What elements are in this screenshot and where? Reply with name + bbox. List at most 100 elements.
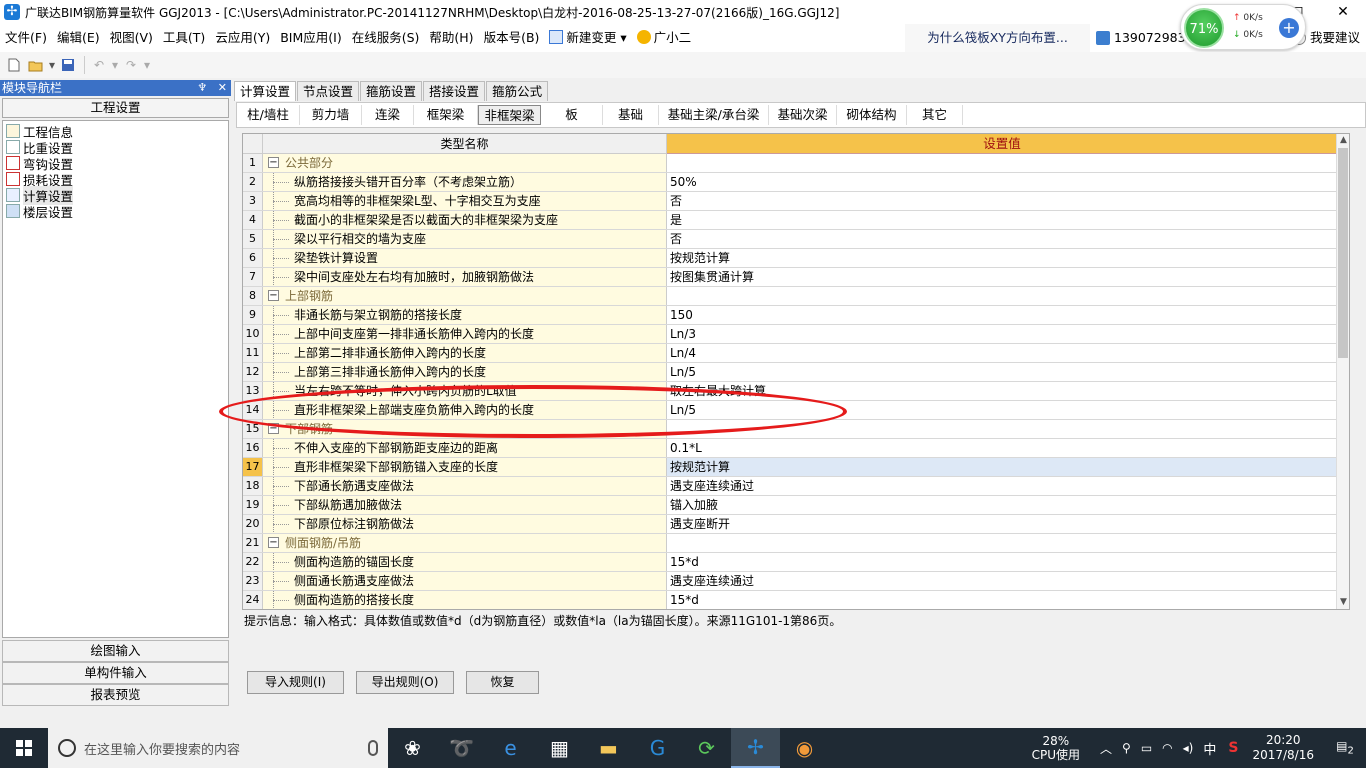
ime-indicator[interactable]: 中 bbox=[1203, 739, 1216, 758]
import-rules-button[interactable]: 导入规则(I) bbox=[247, 671, 344, 694]
table-row[interactable]: 11 上部第二排非通长筋伸入跨内的长度 Ln/4 bbox=[243, 344, 1337, 363]
nav-section-project-settings[interactable]: 工程设置 bbox=[2, 98, 229, 118]
row-setting-value[interactable]: 遇支座连续通过 bbox=[667, 477, 1337, 495]
menu-edit[interactable]: 编辑(E) bbox=[52, 24, 105, 52]
sogou-icon[interactable]: S bbox=[1228, 740, 1238, 756]
refresh-app-icon[interactable]: ⟳ bbox=[682, 728, 731, 768]
row-setting-value[interactable]: Ln/5 bbox=[667, 401, 1337, 419]
edge-browser-icon[interactable]: e bbox=[486, 728, 535, 768]
g-app-icon[interactable]: G bbox=[633, 728, 682, 768]
menu-tools[interactable]: 工具(T) bbox=[158, 24, 210, 52]
taskbar-search-box[interactable]: 在这里输入你要搜索的内容 bbox=[48, 728, 388, 768]
row-setting-value[interactable]: 15*d bbox=[667, 591, 1337, 609]
nav-report-preview[interactable]: 报表预览 bbox=[2, 684, 229, 706]
row-setting-value[interactable]: 锚入加腋 bbox=[667, 496, 1337, 514]
table-row[interactable]: 12 上部第三排非通长筋伸入跨内的长度 Ln/5 bbox=[243, 363, 1337, 382]
collapse-group-icon[interactable]: − bbox=[268, 423, 279, 434]
menu-bim[interactable]: BIM应用(I) bbox=[275, 24, 347, 52]
row-setting-value[interactable]: 按图集贯通计算 bbox=[667, 268, 1337, 286]
undo-icon[interactable]: ↶ bbox=[89, 55, 109, 75]
row-setting-value[interactable]: Ln/4 bbox=[667, 344, 1337, 362]
menu-file[interactable]: 文件(F) bbox=[0, 24, 52, 52]
table-row[interactable]: 10 上部中间支座第一排非通长筋伸入跨内的长度 Ln/3 bbox=[243, 325, 1337, 344]
row-setting-value[interactable]: 是 bbox=[667, 211, 1337, 229]
row-setting-value[interactable]: 按规范计算 bbox=[667, 249, 1337, 267]
grid-vertical-scrollbar[interactable]: ▲ ▼ bbox=[1336, 134, 1349, 609]
redo-icon[interactable]: ↷ bbox=[121, 55, 141, 75]
tab-stirrup-formula[interactable]: 箍筋公式 bbox=[486, 81, 549, 101]
collapse-group-icon[interactable]: − bbox=[268, 157, 279, 168]
redo-dropdown-icon[interactable]: ▾ bbox=[143, 55, 151, 75]
table-row[interactable]: 9 非通长筋与架立钢筋的搭接长度 150 bbox=[243, 306, 1337, 325]
open-dropdown-icon[interactable]: ▾ bbox=[48, 55, 56, 75]
row-setting-value[interactable]: 否 bbox=[667, 230, 1337, 248]
row-setting-value[interactable]: 否 bbox=[667, 192, 1337, 210]
menu-new-change[interactable]: 新建变更 ▾ bbox=[544, 24, 631, 52]
tab-node-settings[interactable]: 节点设置 bbox=[297, 81, 360, 101]
row-setting-value[interactable]: 遇支座断开 bbox=[667, 515, 1337, 533]
tab-foundation-secondary-beam[interactable]: 基础次梁 bbox=[769, 105, 837, 125]
tab-other[interactable]: 其它 bbox=[907, 105, 963, 125]
tab-frame-beam[interactable]: 框架梁 bbox=[414, 105, 478, 125]
table-row[interactable]: 20 下部原位标注钢筋做法 遇支座断开 bbox=[243, 515, 1337, 534]
pin-icon[interactable]: ♆ bbox=[197, 81, 207, 94]
row-setting-value[interactable]: 0.1*L bbox=[667, 439, 1337, 457]
table-row[interactable]: 22 侧面构造筋的锚固长度 15*d bbox=[243, 553, 1337, 572]
notification-center-icon[interactable]: ▤2 bbox=[1330, 739, 1360, 756]
row-setting-value[interactable]: 取左右最大跨计算 bbox=[667, 382, 1337, 400]
menu-guangxiaoer[interactable]: 广小二 bbox=[632, 24, 697, 52]
scroll-up-icon[interactable]: ▲ bbox=[1337, 134, 1349, 147]
accelerate-plus-icon[interactable]: + bbox=[1279, 18, 1299, 38]
group-row[interactable]: 8− 上部钢筋 bbox=[243, 287, 1337, 306]
row-setting-value[interactable]: Ln/5 bbox=[667, 363, 1337, 381]
group-row[interactable]: 1− 公共部分 bbox=[243, 154, 1337, 173]
tray-up-arrow-icon[interactable]: ︿ bbox=[1100, 740, 1112, 757]
collapse-group-icon[interactable]: − bbox=[268, 290, 279, 301]
new-file-icon[interactable] bbox=[4, 55, 24, 75]
scroll-thumb[interactable] bbox=[1338, 148, 1348, 358]
group-row[interactable]: 21− 侧面钢筋/吊筋 bbox=[243, 534, 1337, 553]
row-setting-value[interactable]: 150 bbox=[667, 306, 1337, 324]
nav-drawing-input[interactable]: 绘图输入 bbox=[2, 640, 229, 662]
network-speed-widget[interactable]: 71% ↑ 0K/s ↓ 0K/s + bbox=[1180, 4, 1306, 50]
menu-cloud[interactable]: 云应用(Y) bbox=[210, 24, 275, 52]
close-icon[interactable]: ✕ bbox=[218, 81, 227, 94]
tab-foundation-main-beam[interactable]: 基础主梁/承台梁 bbox=[659, 105, 769, 125]
table-row[interactable]: 18 下部通长筋遇支座做法 遇支座连续通过 bbox=[243, 477, 1337, 496]
nav-single-component-input[interactable]: 单构件输入 bbox=[2, 662, 229, 684]
save-icon[interactable] bbox=[58, 55, 78, 75]
table-row[interactable]: 17 直形非框架梁下部钢筋锚入支座的长度 按规范计算 bbox=[243, 458, 1337, 477]
table-row[interactable]: 3 宽高均相等的非框架梁L型、十字相交互为支座 否 bbox=[243, 192, 1337, 211]
tab-column[interactable]: 柱/墙柱 bbox=[237, 105, 300, 125]
menu-version[interactable]: 版本号(B) bbox=[479, 24, 545, 52]
person-icon[interactable]: ⚲ bbox=[1122, 741, 1131, 755]
file-explorer-icon[interactable]: ▬ bbox=[584, 728, 633, 768]
tab-non-frame-beam[interactable]: 非框架梁 bbox=[478, 105, 541, 125]
export-rules-button[interactable]: 导出规则(O) bbox=[356, 671, 454, 694]
group-row[interactable]: 15− 下部钢筋 bbox=[243, 420, 1337, 439]
clock[interactable]: 20:20 2017/8/16 bbox=[1252, 733, 1314, 763]
volume-icon[interactable]: ◂) bbox=[1183, 741, 1194, 755]
nav-pin-close[interactable]: ♆ ✕ bbox=[197, 80, 227, 96]
table-row[interactable]: 23 侧面通长筋遇支座做法 遇支座连续通过 bbox=[243, 572, 1337, 591]
menu-view[interactable]: 视图(V) bbox=[105, 24, 158, 52]
user-account[interactable]: 1390729833 bbox=[1096, 26, 1194, 50]
tab-lap-settings[interactable]: 搭接设置 bbox=[423, 81, 486, 101]
restore-button[interactable]: 恢复 bbox=[466, 671, 539, 694]
tab-calc-settings[interactable]: 计算设置 bbox=[234, 81, 297, 101]
audio-app-icon[interactable]: ◉ bbox=[780, 728, 829, 768]
tab-foundation[interactable]: 基础 bbox=[603, 105, 659, 125]
windows-start-icon[interactable] bbox=[0, 728, 48, 768]
tab-slab[interactable]: 板 bbox=[541, 105, 603, 125]
row-setting-value[interactable]: 50% bbox=[667, 173, 1337, 191]
menu-online[interactable]: 在线服务(S) bbox=[347, 24, 425, 52]
table-row[interactable]: 24 侧面构造筋的搭接长度 15*d bbox=[243, 591, 1337, 609]
store-icon[interactable]: ▦ bbox=[535, 728, 584, 768]
glodon-app-icon[interactable]: ✢ bbox=[731, 728, 780, 768]
wifi-icon[interactable]: ◠ bbox=[1162, 741, 1172, 755]
collapse-group-icon[interactable]: − bbox=[268, 537, 279, 548]
table-row[interactable]: 14 直形非框架梁上部端支座负筋伸入跨内的长度 Ln/5 bbox=[243, 401, 1337, 420]
nav-item-floor[interactable]: 楼层设置 bbox=[3, 203, 228, 220]
table-row[interactable]: 6 梁垫铁计算设置 按规范计算 bbox=[243, 249, 1337, 268]
app-swirl-icon[interactable]: ➰ bbox=[437, 728, 486, 768]
